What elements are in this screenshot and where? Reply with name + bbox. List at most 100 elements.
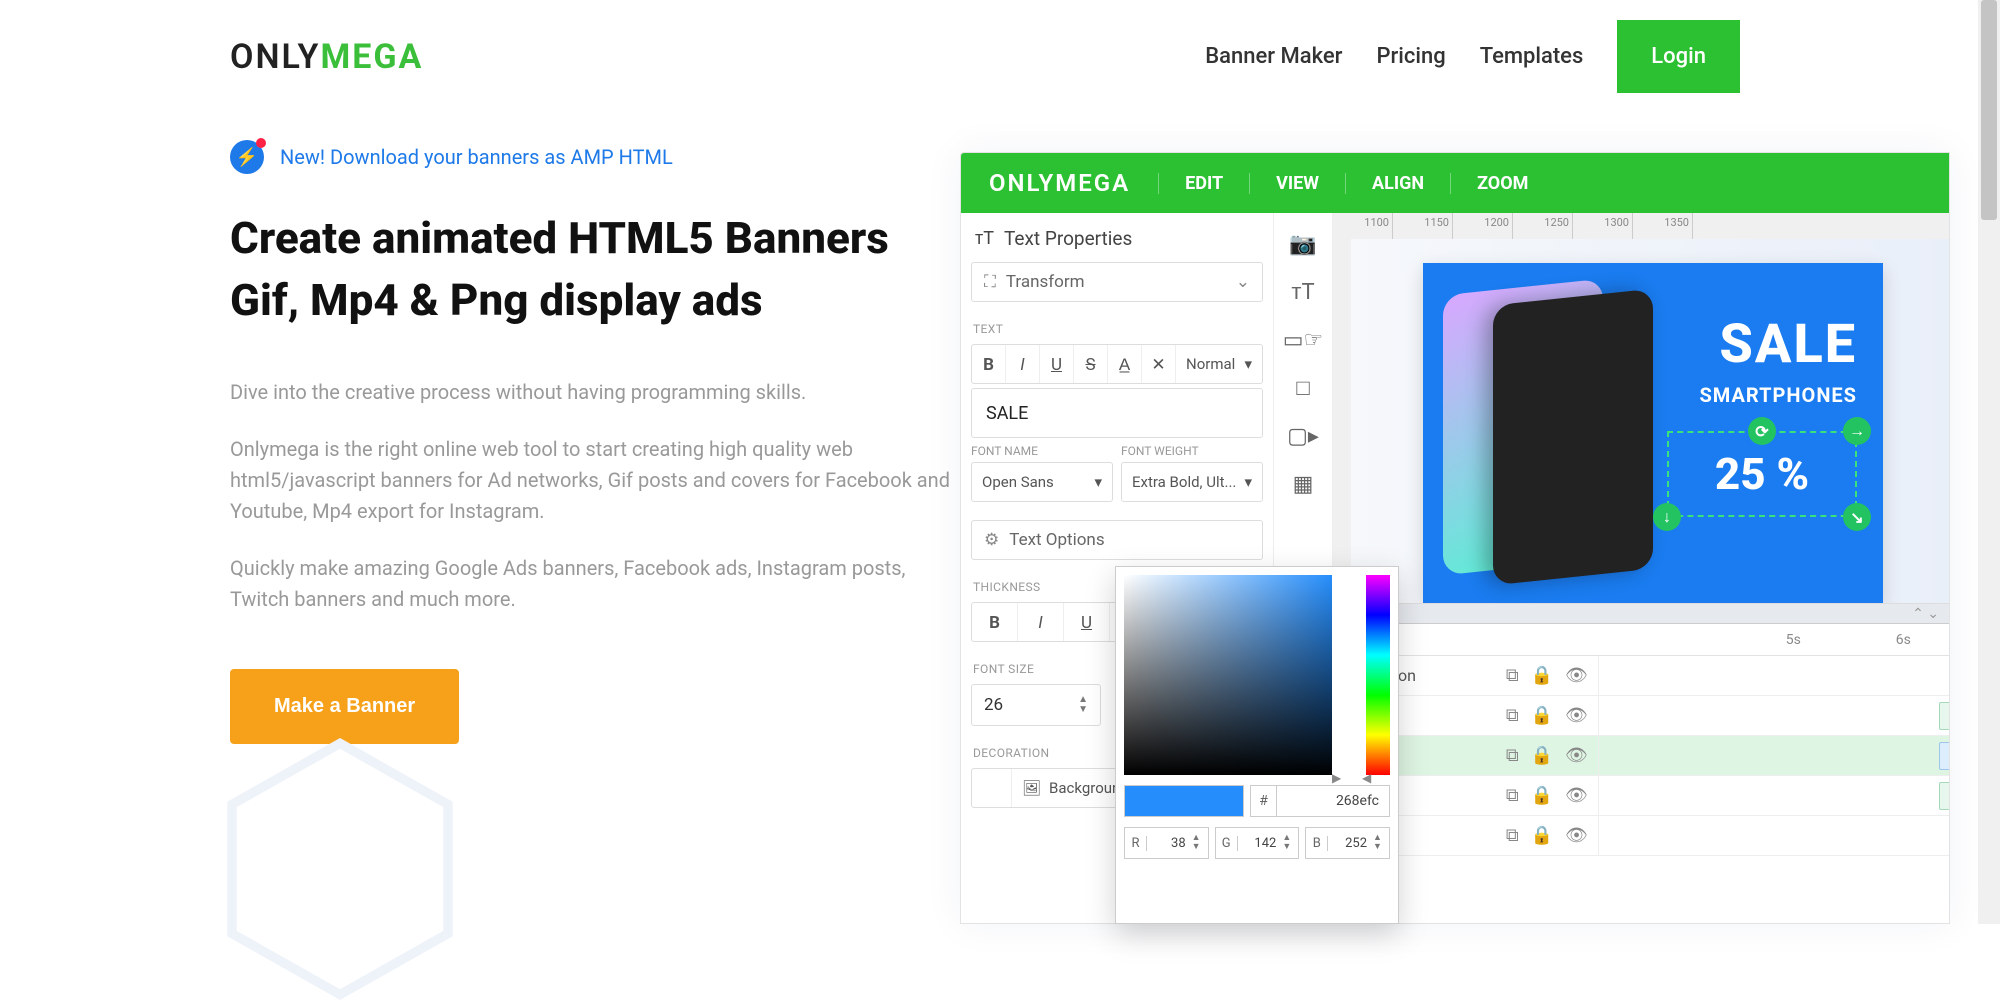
row-track[interactable] <box>1599 816 1949 855</box>
menu-align[interactable]: ALIGN <box>1345 173 1450 194</box>
font-name-select[interactable]: Open Sans▾ <box>971 462 1113 502</box>
amp-badge[interactable]: ⚡ New! Download your banners as AMP HTML <box>230 140 950 174</box>
widgets-tool-icon[interactable]: ▦ <box>1280 461 1326 507</box>
text-content-input[interactable]: SALE <box>971 388 1263 438</box>
timeline-row[interactable]: ck balloon ⧉🔒👁 <box>1333 656 1949 696</box>
clear-format-button[interactable]: ✕ <box>1142 345 1176 383</box>
transform-section[interactable]: ⛶Transform ⌄ <box>971 262 1263 302</box>
font-name-value: Open Sans <box>982 473 1054 491</box>
nav-banner-maker[interactable]: Banner Maker <box>1205 44 1342 69</box>
eye-icon[interactable]: 👁 <box>1565 705 1588 726</box>
nav-templates[interactable]: Templates <box>1480 44 1584 69</box>
timeline-panel: ⌃ ⌄ 🔒 👁 5s 6s ck balloon ⧉🔒👁 angles ⧉🔒👁 <box>1333 603 1949 923</box>
lock-icon[interactable]: 🔒 <box>1531 705 1553 726</box>
hex-input[interactable]: #268efc <box>1250 785 1390 817</box>
resize-handle-tr[interactable]: → <box>1843 417 1871 445</box>
menu-view[interactable]: VIEW <box>1249 173 1345 194</box>
bold-button[interactable]: B <box>972 345 1006 383</box>
hue-slider[interactable] <box>1366 575 1390 775</box>
g-value: 142 <box>1238 836 1283 851</box>
text-options-button[interactable]: ⚙Text Options <box>971 520 1263 560</box>
smartphones-text[interactable]: SMARTPHONES <box>1699 383 1857 407</box>
menu-edit[interactable]: EDIT <box>1158 173 1249 194</box>
text-style-select[interactable]: Normal▾ <box>1176 355 1262 373</box>
row-track[interactable]: ⚙Fade In <box>1599 776 1949 815</box>
timeline-row[interactable]: Ribbon ⧉🔒👁 <box>1333 816 1949 856</box>
ruler-tick: 1300 <box>1573 213 1633 239</box>
timeline-scrollbar[interactable]: ⌃ ⌄ <box>1333 604 1949 624</box>
phone-shape-front[interactable] <box>1493 289 1653 586</box>
ruler-tick: 1350 <box>1633 213 1693 239</box>
video-tool-icon[interactable]: ▢▸ <box>1280 413 1326 459</box>
lock-icon[interactable]: 🔒 <box>1531 745 1553 766</box>
clip[interactable]: ⚙F: <box>1939 742 1950 770</box>
duplicate-icon[interactable]: ⧉ <box>1506 745 1519 766</box>
hero-h1-line2: Gif, Mp4 & Png display ads <box>230 274 763 326</box>
r-input[interactable]: R38▲▼ <box>1124 827 1209 859</box>
hexagon-decoration <box>220 734 460 1004</box>
duplicate-icon[interactable]: ⧉ <box>1506 705 1519 726</box>
button-tool-icon[interactable]: ▭☞ <box>1280 317 1326 363</box>
rotate-handle-icon[interactable]: ⟳ <box>1748 417 1776 445</box>
g-input[interactable]: G142▲▼ <box>1215 827 1300 859</box>
duplicate-icon[interactable]: ⧉ <box>1506 665 1519 686</box>
thickness-italic[interactable]: I <box>1018 603 1064 641</box>
row-track[interactable] <box>1599 656 1949 695</box>
ruler-tick: 1250 <box>1513 213 1573 239</box>
shape-tool-icon[interactable]: □ <box>1280 365 1326 411</box>
underline-button[interactable]: U <box>1040 345 1074 383</box>
make-banner-button[interactable]: Make a Banner <box>230 669 459 744</box>
duplicate-icon[interactable]: ⧉ <box>1506 825 1519 846</box>
camera-icon[interactable]: 📷 <box>1280 221 1326 267</box>
login-button[interactable]: Login <box>1617 20 1740 93</box>
italic-button[interactable]: I <box>1006 345 1040 383</box>
strikethrough-button[interactable]: S <box>1074 345 1108 383</box>
timeline-row[interactable]: angles ⧉🔒👁 ⚙Fade In <box>1333 696 1949 736</box>
canvas-area[interactable]: 1100 1150 1200 1250 1300 1350 SALE SMART… <box>1333 213 1949 603</box>
clip-fade-in[interactable]: ⚙Fade In <box>1939 782 1950 810</box>
timeline-row-selected[interactable]: xt sale ⧉🔒👁 ⚙F: <box>1333 736 1949 776</box>
collapse-icon[interactable]: ⌃ ⌄ <box>1912 606 1939 622</box>
saturation-field[interactable] <box>1124 575 1332 775</box>
chevron-down-icon: ⌄ <box>1236 272 1250 292</box>
eye-icon[interactable]: 👁 <box>1565 665 1588 686</box>
nav-pricing[interactable]: Pricing <box>1376 44 1445 69</box>
eye-icon[interactable]: 👁 <box>1565 745 1588 766</box>
eye-icon[interactable]: 👁 <box>1565 825 1588 846</box>
row-track[interactable]: ⚙Fade In <box>1599 696 1949 735</box>
text-color-button[interactable]: A̲ <box>1108 345 1142 383</box>
decoration-swatch[interactable] <box>972 769 1012 807</box>
color-picker[interactable]: ▶ ◀ #268efc R38▲▼ G142▲▼ B252▲▼ <box>1115 566 1399 924</box>
lock-icon[interactable]: 🔒 <box>1531 825 1553 846</box>
font-weight-select[interactable]: Extra Bold, Ult...▾ <box>1121 462 1263 502</box>
hero-p3: Quickly make amazing Google Ads banners,… <box>230 553 950 615</box>
hexagon-icon <box>220 734 460 1004</box>
logo-m: M <box>320 37 352 77</box>
hero-section: ⚡ New! Download your banners as AMP HTML… <box>230 140 950 744</box>
eye-icon[interactable]: 👁 <box>1565 785 1588 806</box>
row-track[interactable]: ⚙F: <box>1599 736 1949 775</box>
resize-handle-br[interactable]: ↘ <box>1843 503 1871 531</box>
scrollbar-thumb[interactable] <box>1981 0 1997 220</box>
discount-text: 25 % <box>1715 448 1809 500</box>
resize-handle-bl[interactable]: ↓ <box>1653 503 1681 531</box>
thickness-bold[interactable]: B <box>972 603 1018 641</box>
discount-box[interactable]: 25 % ⟳ → ↓ ↘ <box>1667 431 1857 517</box>
site-logo[interactable]: ONLYMEGA <box>230 37 423 77</box>
lock-icon[interactable]: 🔒 <box>1531 665 1553 686</box>
duplicate-icon[interactable]: ⧉ <box>1506 785 1519 806</box>
clip-fade-in[interactable]: ⚙Fade In <box>1939 702 1950 730</box>
timeline-row[interactable]: alloon ⧉🔒👁 ⚙Fade In <box>1333 776 1949 816</box>
lock-icon[interactable]: 🔒 <box>1531 785 1553 806</box>
menu-zoom[interactable]: ZOOM <box>1450 173 1554 194</box>
b-input[interactable]: B252▲▼ <box>1305 827 1390 859</box>
spinner-down[interactable]: ▼ <box>1078 705 1088 715</box>
thickness-underline[interactable]: U <box>1064 603 1110 641</box>
panel-title-text: Text Properties <box>1004 227 1132 250</box>
hue-arrow-left: ▶ <box>1332 771 1341 785</box>
banner-artboard[interactable]: SALE SMARTPHONES 25 % ⟳ → ↓ ↘ <box>1423 263 1883 603</box>
font-size-input[interactable]: 26 ▲▼ <box>971 684 1101 726</box>
window-scrollbar[interactable] <box>1978 0 2000 924</box>
sale-text[interactable]: SALE <box>1719 313 1857 376</box>
text-tool-icon[interactable]: ᴛT <box>1280 269 1326 315</box>
